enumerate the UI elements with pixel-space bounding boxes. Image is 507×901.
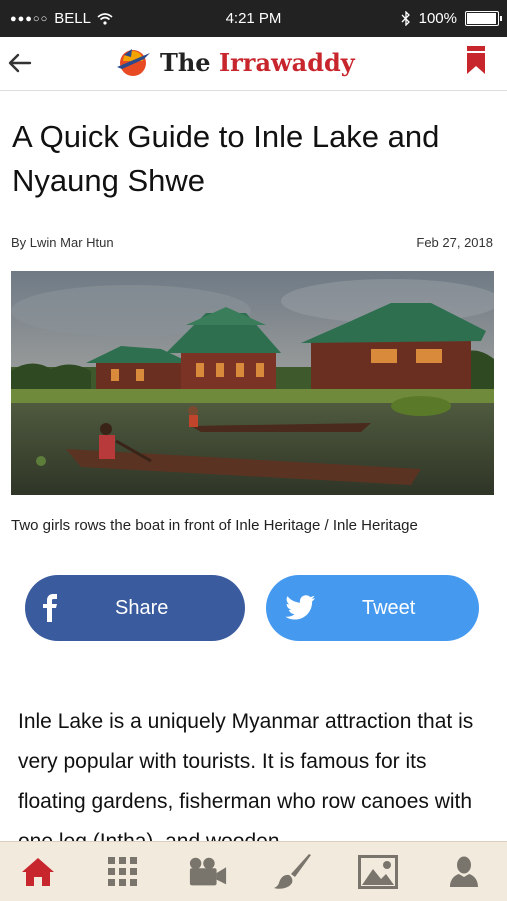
irrawaddy-logo-icon	[117, 49, 150, 76]
back-arrow-icon[interactable]	[6, 49, 34, 77]
tab-art[interactable]	[273, 854, 313, 890]
brand-name: Irrawaddy	[218, 47, 355, 77]
article-byline: By Lwin Mar Htun	[11, 235, 114, 250]
brand-prefix: The	[160, 47, 211, 77]
brand-logo: The Irrawaddy	[114, 45, 355, 79]
status-bar: ●●●○○ BELL 4:21 PM 100%	[0, 0, 507, 37]
nav-bar: The Irrawaddy	[0, 37, 507, 91]
facebook-icon	[43, 594, 57, 622]
battery-icon	[465, 11, 502, 26]
article-date: Feb 27, 2018	[416, 235, 493, 250]
grid-icon	[108, 857, 137, 886]
article-title: A Quick Guide to Inle Lake and Nyaung Sh…	[12, 119, 440, 198]
article-body: Inle Lake is a uniquely Myanmar attracti…	[18, 710, 474, 841]
tab-home[interactable]	[18, 854, 58, 890]
paintbrush-icon	[274, 854, 311, 889]
brand-title: The Irrawaddy	[160, 48, 355, 77]
tab-sections[interactable]	[103, 854, 143, 890]
photo-icon	[358, 855, 398, 889]
bookmark-icon[interactable]	[465, 45, 487, 75]
facebook-share-button[interactable]: Share	[25, 575, 245, 641]
video-camera-icon	[189, 857, 227, 886]
tab-bar	[0, 841, 507, 901]
tab-video[interactable]	[188, 854, 228, 890]
bluetooth-icon	[401, 11, 410, 26]
profile-icon	[450, 856, 478, 887]
article: A Quick Guide to Inle Lake and Nyaung Sh…	[0, 91, 507, 841]
tab-profile[interactable]	[444, 854, 484, 890]
twitter-bird-icon	[285, 595, 315, 620]
article-photo	[11, 271, 494, 495]
twitter-tweet-button[interactable]: Tweet	[266, 575, 479, 641]
battery-percentage: 100%	[418, 10, 457, 27]
tweet-label: Tweet	[362, 596, 416, 619]
tab-photos[interactable]	[358, 854, 398, 890]
share-label: Share	[115, 596, 169, 619]
home-icon	[22, 858, 54, 886]
photo-caption: Two girls rows the boat in front of Inle…	[11, 517, 418, 534]
